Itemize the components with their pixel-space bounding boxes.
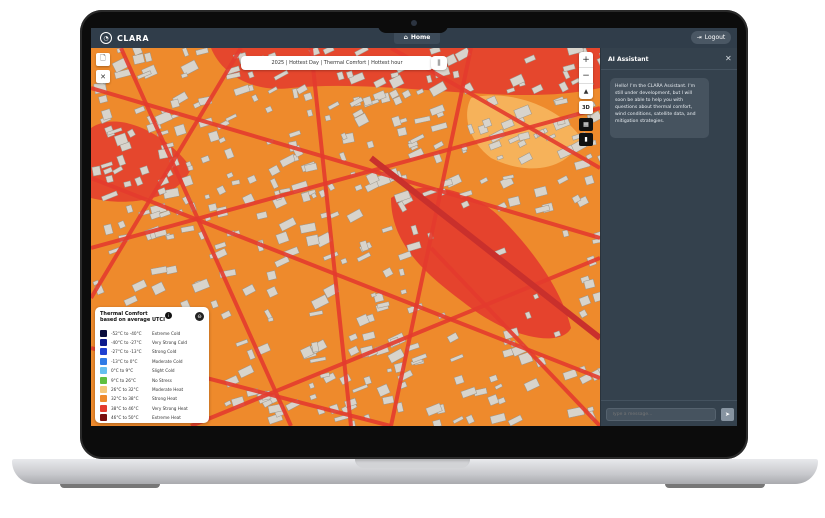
building [305, 234, 320, 247]
legend-label: Slight Cold [152, 368, 175, 374]
legend-swatch [100, 404, 107, 412]
building [452, 70, 460, 79]
legend-label: No Stress [152, 377, 172, 383]
legend-label: Strong Cold [152, 349, 177, 355]
home-label: Home [410, 34, 431, 41]
legend-swatch [100, 395, 107, 403]
laptop-opening-notch [355, 459, 470, 468]
layers-icon[interactable]: ▦ [579, 118, 593, 131]
building [204, 193, 211, 200]
close-map-icon[interactable]: ✕ [96, 70, 110, 83]
building [324, 114, 332, 122]
legend-item: 26°C to 32°C Moderate Heat [100, 385, 183, 393]
building [386, 368, 393, 373]
camera-icon [411, 20, 417, 26]
legend-range: -40°C to -27°C [111, 339, 142, 345]
legend-item: 32°C to 38°C Strong Heat [100, 395, 177, 403]
legend-label: Strong Heat [152, 396, 178, 402]
app-name: CLARA [117, 33, 150, 43]
legend-range: 32°C to 38°C [111, 396, 139, 402]
view-mode-button[interactable]: 3D [579, 101, 593, 114]
document-icon[interactable]: 🗋 [96, 53, 110, 66]
laptop-foot [665, 484, 765, 488]
legend-range: 9°C to 26°C [111, 377, 136, 383]
building [267, 317, 274, 323]
building [105, 174, 114, 184]
brand[interactable]: ◔ CLARA [100, 32, 149, 44]
building [207, 203, 218, 212]
legend-swatch [100, 338, 107, 346]
legend-range: -13°C to 0°C [111, 358, 138, 364]
legend-swatch [100, 357, 107, 365]
legend-swatch [100, 348, 107, 356]
legend-item: 46°C to 50°C Extreme Heat [100, 414, 181, 422]
legend-label: Extreme Heat [152, 415, 181, 421]
legend-range: -27°C to -13°C [111, 349, 142, 355]
camera-notch [378, 15, 448, 33]
legend-title: Thermal Comfort based on average UTCI [100, 311, 165, 323]
legend-swatch [100, 367, 107, 375]
screen: ◔ CLARA ⌂ Home ⇥ Logout 🗋 ✕ 2025 | Hotte… [91, 28, 737, 426]
legend-item: -40°C to -27°C Very Strong Cold [100, 338, 187, 346]
logout-label: Logout [704, 34, 726, 41]
legend-label: Very Strong Heat [152, 405, 188, 411]
legend-item: 9°C to 26°C No Stress [100, 376, 172, 384]
laptop-foot [60, 484, 160, 488]
info-icon[interactable]: i [165, 312, 172, 319]
legend-swatch [100, 385, 107, 393]
legend-item: 0°C to 9°C Slight Cold [100, 367, 175, 375]
legend-swatch [100, 414, 107, 422]
legend-swatch [100, 376, 107, 384]
divider [601, 69, 737, 70]
ai-assistant-panel: AI Assistant ✕ Hello! I'm the CLARA Assi… [600, 48, 737, 426]
legend-item: 38°C to 46°C Very Strong Heat [100, 404, 188, 412]
legend-label: Extreme Cold [152, 330, 181, 336]
legend-range: 26°C to 32°C [111, 386, 139, 392]
chat-icon[interactable]: ▮ [579, 133, 593, 146]
legend-label: Very Strong Cold [152, 339, 188, 345]
building [396, 126, 408, 137]
close-icon[interactable]: ✕ [725, 54, 732, 63]
legend-swatch [100, 329, 107, 337]
building [266, 270, 277, 281]
send-icon[interactable]: ➤ [721, 408, 734, 421]
zoom-controls: + − ▲ [579, 52, 593, 99]
message-input[interactable] [606, 408, 716, 421]
legend-range: -52°C to -40°C [111, 330, 142, 336]
legend-item: -52°C to -40°C Extreme Cold [100, 329, 180, 337]
legend-range: 38°C to 46°C [111, 405, 139, 411]
legend-label: Moderate Cold [152, 358, 183, 364]
legend-panel: Thermal Comfort based on average UTCI i … [95, 307, 209, 423]
legend-title-line2: based on average UTCI [100, 317, 165, 323]
legend-range: 46°C to 50°C [111, 415, 139, 421]
thermal-map[interactable]: 🗋 ✕ 2025 | Hottest Day | Thermal Comfort… [91, 48, 600, 426]
zoom-out-button[interactable]: − [579, 68, 593, 84]
building [91, 165, 102, 177]
zoom-in-button[interactable]: + [579, 52, 593, 68]
legend-item: -13°C to 0°C Moderate Cold [100, 357, 183, 365]
logout-arrow-icon: ⇥ [696, 34, 702, 41]
columns-icon[interactable]: ⫼ [431, 56, 447, 70]
legend-toggle-icon[interactable]: ⊖ [195, 312, 204, 321]
compass-button[interactable]: ▲ [579, 84, 593, 99]
ai-panel-title: AI Assistant [608, 56, 649, 63]
clara-logo-icon: ◔ [100, 32, 112, 44]
map-title: 2025 | Hottest Day | Thermal Comfort | H… [241, 56, 433, 70]
assistant-message: Hello! I'm the CLARA Assistant. I'm stil… [610, 78, 709, 138]
divider [601, 400, 737, 401]
legend-range: 0°C to 9°C [111, 368, 134, 374]
legend-label: Moderate Heat [152, 386, 184, 392]
building [187, 165, 194, 172]
legend-item: -27°C to -13°C Strong Cold [100, 348, 176, 356]
logout-button[interactable]: ⇥ Logout [691, 31, 731, 44]
home-icon: ⌂ [403, 34, 408, 41]
